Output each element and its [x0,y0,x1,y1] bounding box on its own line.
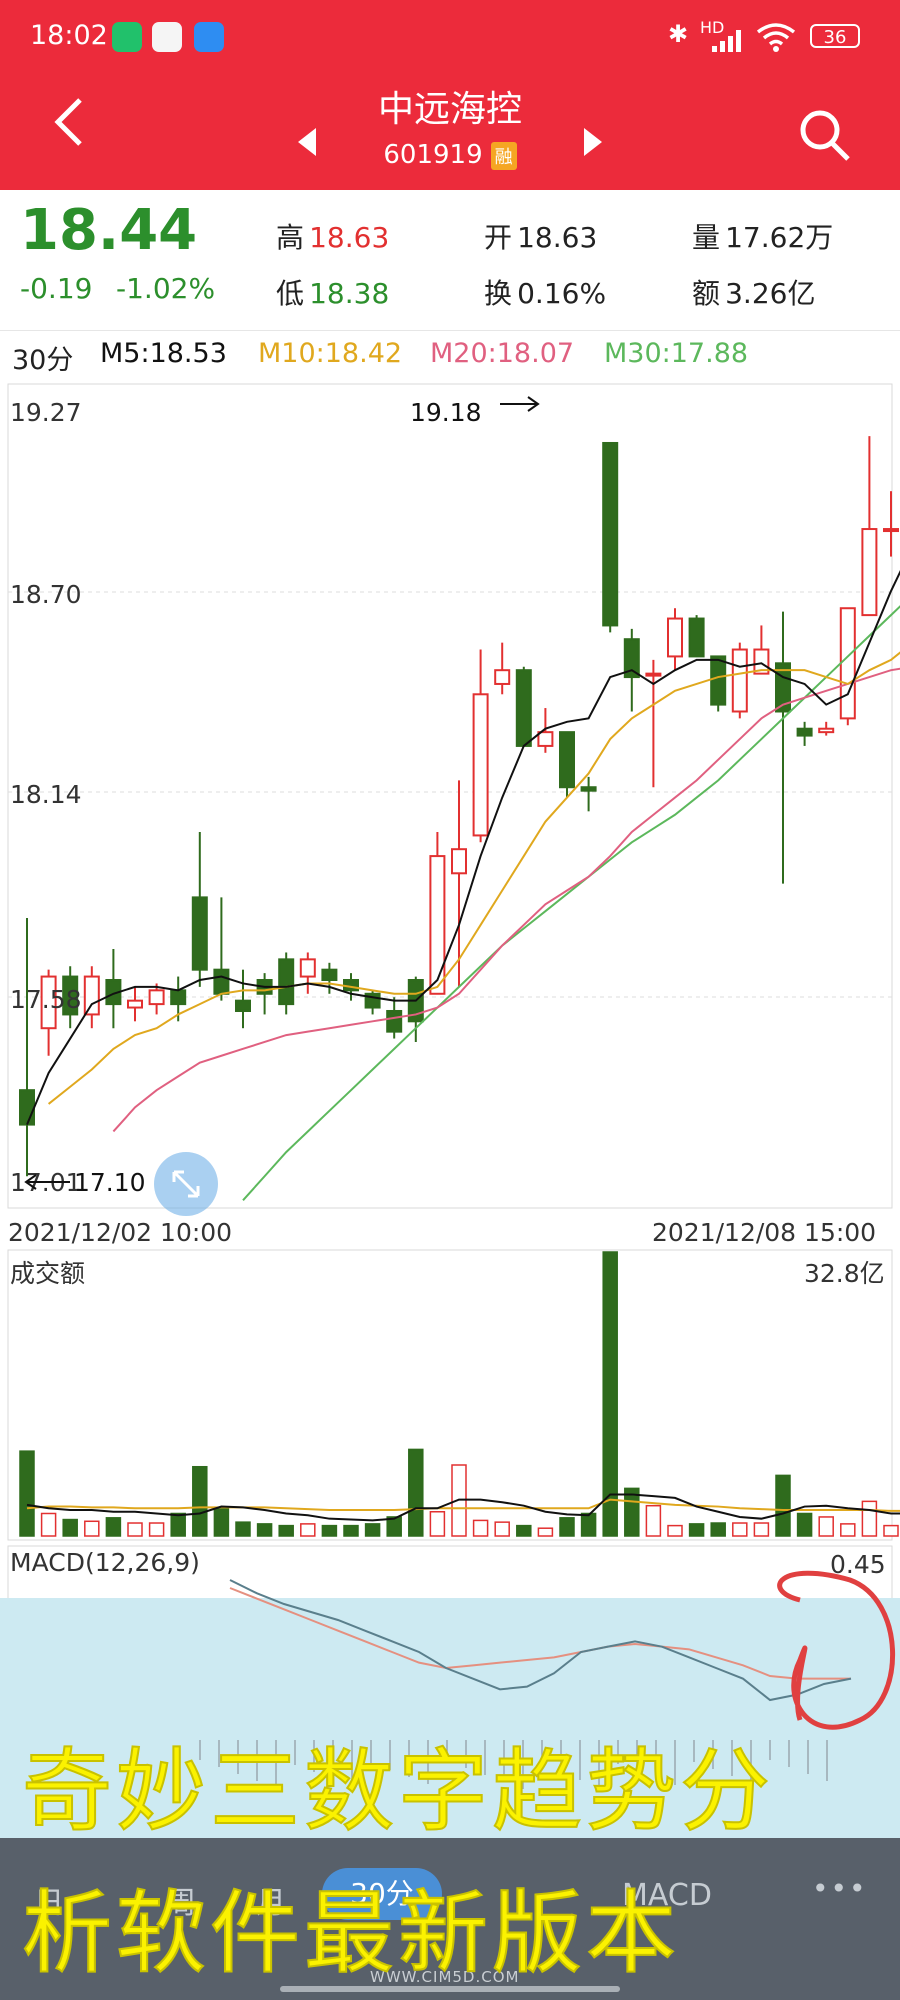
candle-body [515,669,532,747]
x-end-label: 2021/12/08 15:00 [652,1218,877,1247]
y-tick-4: 17.58 [10,985,82,1014]
volume-bar [494,1521,510,1537]
candle-body [688,617,705,658]
volume-bar [343,1524,359,1537]
volume-bar [300,1523,316,1537]
y-tick-3: 18.14 [10,780,82,809]
volume-bar [516,1524,532,1537]
ma5-line [26,570,900,1125]
candle-body [299,958,316,978]
volume-bar [688,1523,705,1537]
candle-body [429,855,446,995]
volume-bar [645,1504,662,1537]
volume-bar [19,1450,35,1537]
candle-body [883,528,899,533]
candle-body [148,989,165,1006]
volume-bar [213,1506,230,1537]
candle-body [710,655,727,706]
volume-bar [796,1512,813,1537]
volume-bar [170,1512,186,1537]
volume-bar [235,1521,251,1537]
candle-body [494,669,511,685]
volume-bar [278,1524,294,1537]
low-mark-label: 17.10 [74,1168,146,1197]
candle-body [386,1009,403,1033]
low-mark-arrow-icon [22,1172,72,1196]
candle-body [191,896,208,971]
candle-body [19,1089,35,1126]
volume-bar [753,1522,770,1537]
volume-bar [105,1517,122,1537]
macd-title: MACD(12,26,9) [10,1548,200,1577]
volume-max-label: 32.8亿 [804,1259,885,1288]
expand-icon [172,1170,200,1198]
macd-max-label: 0.45 [830,1550,886,1579]
candle-body [472,693,489,837]
y-tick-2: 18.70 [10,580,82,609]
volume-bar [148,1522,165,1537]
volume-bar [559,1517,575,1537]
volume-bar [775,1474,791,1537]
candle-body [213,968,230,995]
kline-chart-area[interactable] [0,0,900,2000]
candle-body [235,999,251,1012]
candle-body [580,786,597,792]
candle-body [818,727,835,734]
volume-bar [408,1448,424,1537]
candle-body [861,528,878,617]
volume-bar [127,1522,143,1537]
candle-body [602,441,619,627]
volume-bar [537,1527,554,1537]
candle-body [731,648,748,713]
volume-bar [84,1520,100,1537]
volume-bar [364,1523,381,1537]
volume-bar [883,1524,899,1537]
volume-bar [62,1518,78,1537]
volume-bar [840,1523,856,1537]
volume-bar [818,1516,834,1537]
candle-body [83,975,100,1016]
high-mark-label: 19.18 [410,398,482,427]
x-start-label: 2021/12/02 10:00 [8,1218,233,1247]
volume-bar [710,1522,726,1537]
volume-panel-frame [7,1249,893,1541]
high-mark-arrow-icon [498,394,542,418]
candle-body [839,607,856,720]
candle-body [451,848,467,875]
volume-bar [429,1511,446,1537]
candle-body [559,731,575,789]
more-button[interactable]: ••• [812,1872,868,1905]
candle-body [667,617,683,658]
candle-body [645,672,662,677]
candle-body [278,958,295,1006]
volume-bar [861,1500,878,1537]
volume-bar [732,1522,748,1537]
candle-body [321,968,338,982]
candle-body [537,731,554,747]
volume-bar [192,1465,208,1537]
y-tick-top: 19.27 [10,398,82,427]
volume-bar [602,1251,618,1537]
fullscreen-button[interactable] [154,1152,218,1216]
candle-body [170,989,187,1006]
volume-bar [256,1523,273,1537]
candle-body [796,727,813,737]
overlay-caption-line1: 奇妙三数字趋势分 [21,1738,774,1845]
volume-bar [580,1512,597,1537]
volume-bar [40,1512,57,1537]
candle-body [127,999,143,1009]
volume-title: 成交额 [10,1259,86,1288]
volume-bar [667,1524,683,1537]
overlay-caption-line2: 析软件最新版本 [21,1880,680,1987]
volume-bar [321,1524,338,1537]
volume-bar [472,1519,489,1537]
price-panel-frame [7,383,893,1209]
